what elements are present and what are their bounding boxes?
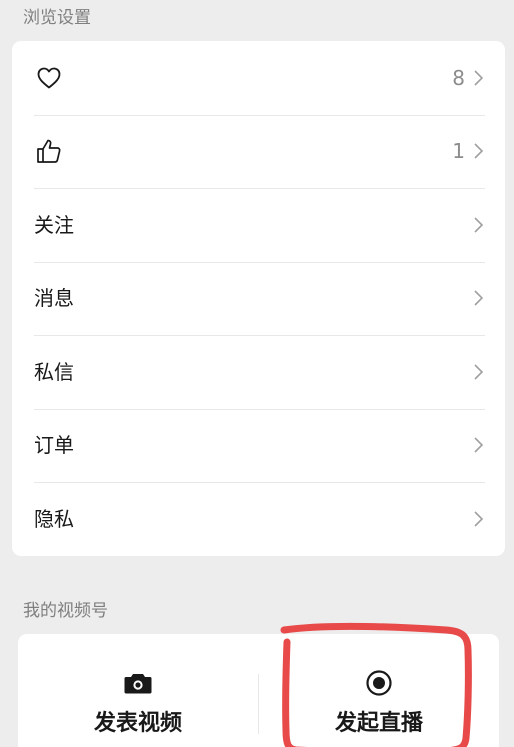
settings-page: 浏览设置 8 1 关注 消息 私信 订单 隐私 我的视频号 发表视频 发起直播 (0, 0, 514, 747)
private-messages-row[interactable]: 私信 (12, 335, 505, 409)
my-channels-title: 我的视频号 (23, 601, 108, 621)
chevron-right-icon (474, 70, 484, 86)
thumbs-up-icon (34, 136, 64, 166)
messages-label: 消息 (34, 286, 74, 311)
follow-row[interactable]: 关注 (12, 188, 505, 262)
camera-icon (123, 670, 153, 696)
start-live-label: 发起直播 (334, 711, 423, 736)
post-video-button[interactable]: 发表视频 (18, 634, 258, 747)
likes-count: 8 (452, 65, 465, 90)
live-record-icon (364, 670, 394, 696)
chevron-right-icon (474, 437, 484, 453)
privacy-row[interactable]: 隐私 (12, 482, 505, 556)
browse-settings-title: 浏览设置 (23, 8, 91, 28)
thumbs-up-count: 1 (452, 139, 465, 164)
follow-label: 关注 (34, 212, 74, 237)
chevron-right-icon (474, 143, 484, 159)
start-live-button[interactable]: 发起直播 (259, 634, 499, 747)
orders-label: 订单 (34, 433, 74, 458)
orders-row[interactable]: 订单 (12, 408, 505, 483)
privacy-label: 隐私 (34, 506, 74, 531)
post-video-label: 发表视频 (93, 711, 182, 736)
browse-settings-card: 8 1 关注 消息 私信 订单 隐私 (12, 41, 505, 556)
chevron-right-icon (474, 364, 484, 380)
chevron-right-icon (474, 217, 484, 233)
channels-card: 发表视频 发起直播 (18, 634, 499, 747)
chevron-right-icon (474, 290, 484, 306)
heart-icon (34, 63, 64, 93)
likes-row[interactable]: 8 (12, 41, 505, 115)
messages-row[interactable]: 消息 (12, 261, 505, 336)
private-messages-label: 私信 (34, 359, 74, 384)
chevron-right-icon (474, 511, 484, 527)
thumbs-up-row[interactable]: 1 (12, 114, 505, 189)
